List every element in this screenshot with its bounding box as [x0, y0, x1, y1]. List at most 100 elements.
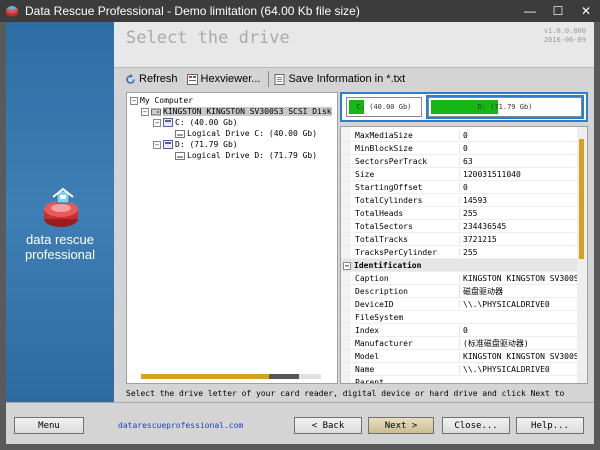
logical-drive-icon	[175, 129, 185, 138]
tree-label-my-computer: My Computer	[140, 96, 193, 105]
partition-icon	[163, 118, 173, 127]
property-row[interactable]: TracksPerCylinder 255	[341, 246, 577, 259]
hexviewer-icon	[186, 73, 198, 85]
property-row[interactable]: TotalHeads 255	[341, 207, 577, 220]
next-button[interactable]: Next >	[368, 417, 434, 434]
property-category-text: Identification	[354, 260, 422, 270]
refresh-label: Refresh	[139, 73, 178, 85]
logical-drive-icon	[175, 151, 185, 160]
save-document-icon	[274, 73, 285, 85]
save-info-button[interactable]: Save Information in *.txt	[271, 70, 408, 88]
version-number: v1.0.0.000	[543, 27, 586, 35]
property-value: \\.\PHYSICALDRIVE0	[459, 299, 577, 309]
property-key: TotalCylinders	[355, 195, 423, 205]
tree-label-logical-d: Logical Drive D: (71.79 Gb)	[187, 151, 318, 160]
property-value: 14593	[459, 195, 577, 205]
partition-d-label: D: (71.79 Gb)	[477, 103, 533, 111]
scrollbar-thumb[interactable]	[579, 139, 584, 259]
tree-node-my-computer[interactable]: − My Computer	[130, 95, 193, 106]
tree-label-disk: KINGSTON KINGSTON SV300S3 SCSI Disk	[163, 107, 332, 116]
partition-map: C: (40.00 Gb) D: (71.79 Gb)	[340, 92, 588, 122]
property-value: 0	[459, 182, 577, 192]
property-row[interactable]: TotalCylinders 14593	[341, 194, 577, 207]
collapse-icon[interactable]: −	[130, 96, 138, 105]
properties-vertical-scrollbar[interactable]	[577, 127, 587, 383]
property-row[interactable]: StartingOffset 0	[341, 181, 577, 194]
property-row[interactable]: MinBlockSize 0	[341, 142, 577, 155]
property-row[interactable]: Parent	[341, 376, 577, 384]
tree-node-drive-d[interactable]: − D: (71.79 Gb)	[153, 139, 238, 150]
partition-d-block[interactable]: D: (71.79 Gb)	[426, 95, 584, 119]
properties-grid[interactable]: MaxMediaSize 0 MinBlockSize 0 SectorsPerTrac…	[340, 126, 588, 384]
tree-node-logical-d[interactable]: Logical Drive D: (71.79 Gb)	[175, 150, 317, 161]
property-row[interactable]: SectorsPerTrack 63	[341, 155, 577, 168]
property-value: (标准磁盘驱动器)	[459, 337, 577, 349]
collapse-icon[interactable]: −	[141, 107, 149, 116]
tree-node-drive-c[interactable]: − C: (40.00 Gb)	[153, 117, 238, 128]
property-category[interactable]: − Identification	[341, 259, 577, 272]
refresh-icon	[125, 73, 136, 85]
tree-node-logical-c[interactable]: Logical Drive C: (40.00 Gb)	[175, 128, 317, 139]
tree-node-disk[interactable]: − KINGSTON KINGSTON SV300S3 SCSI Disk	[141, 106, 332, 117]
property-row[interactable]: DeviceID \\.\PHYSICALDRIVE0	[341, 298, 577, 311]
property-value: 0	[459, 130, 577, 140]
disk-icon	[151, 108, 161, 116]
scrollbar-track-fill	[141, 374, 281, 379]
property-row[interactable]: MaxMediaSize 0	[341, 129, 577, 142]
property-value: 255	[459, 247, 577, 257]
property-row[interactable]: Size 120031511040	[341, 168, 577, 181]
property-key: TotalSectors	[355, 221, 413, 231]
page-header: Select the drive v1.0.0.000 2016-06-09	[114, 22, 594, 68]
property-key: Description	[355, 286, 408, 296]
close-window-button[interactable]: ✕	[572, 0, 600, 22]
property-value: 0	[459, 143, 577, 153]
refresh-button[interactable]: Refresh	[122, 70, 181, 88]
tree-label-logical-c: Logical Drive C: (40.00 Gb)	[187, 129, 318, 138]
tree-horizontal-scrollbar[interactable]	[141, 374, 321, 379]
property-row[interactable]: TotalSectors 234436545	[341, 220, 577, 233]
collapse-icon[interactable]: −	[153, 118, 161, 127]
property-key: Parent	[355, 377, 384, 384]
maximize-button[interactable]: ☐	[544, 0, 572, 22]
footer-bar: Menu datarescueprofessional.com < Back N…	[6, 402, 594, 444]
partition-c-block[interactable]: C: (40.00 Gb)	[346, 97, 422, 117]
property-row[interactable]: TotalTracks 3721215	[341, 233, 577, 246]
property-category-label: − Identification	[341, 261, 459, 270]
property-key: SectorsPerTrack	[355, 156, 428, 166]
property-value: 255	[459, 208, 577, 218]
menu-button[interactable]: Menu	[14, 417, 84, 434]
minimize-button[interactable]: —	[516, 0, 544, 22]
property-key: TracksPerCylinder	[355, 247, 437, 257]
property-row[interactable]: Manufacturer (标准磁盘驱动器)	[341, 337, 577, 350]
property-value: 63	[459, 156, 577, 166]
brand-panel: data rescue professional	[6, 22, 114, 402]
website-link[interactable]: datarescueprofessional.com	[118, 421, 243, 430]
collapse-icon[interactable]: −	[343, 261, 351, 270]
property-value: 0	[459, 325, 577, 335]
page-title: Select the drive	[126, 28, 290, 48]
toolbar-separator	[268, 71, 270, 87]
property-row[interactable]: Model KINGSTON KINGSTON SV300S3	[341, 350, 577, 363]
drive-tree[interactable]: − My Computer − KINGSTON KINGSTON SV300S…	[126, 92, 338, 384]
property-key: FileSystem	[355, 312, 404, 322]
window-title: Data Rescue Professional - Demo limitati…	[25, 4, 360, 18]
property-row[interactable]: Description 磁盘驱动器	[341, 285, 577, 298]
property-key: TotalTracks	[355, 234, 408, 244]
property-row[interactable]: Index 0	[341, 324, 577, 337]
hexviewer-button[interactable]: Hexviewer...	[184, 70, 264, 88]
close-button[interactable]: Close...	[442, 417, 510, 434]
property-row[interactable]: FileSystem	[341, 311, 577, 324]
property-value: \\.\PHYSICALDRIVE0	[459, 364, 577, 374]
property-value: 120031511040	[459, 169, 577, 179]
scrollbar-thumb[interactable]	[269, 374, 299, 379]
property-value: 磁盘驱动器	[459, 285, 577, 297]
property-row[interactable]: Caption KINGSTON KINGSTON SV300S3	[341, 272, 577, 285]
property-key: Name	[355, 364, 375, 374]
collapse-icon[interactable]: −	[153, 140, 161, 149]
help-button[interactable]: Help...	[516, 417, 584, 434]
property-row[interactable]: Name \\.\PHYSICALDRIVE0	[341, 363, 577, 376]
property-key: Manufacturer	[355, 338, 413, 348]
property-key: Index	[355, 325, 380, 335]
instruction-text: Select the drive letter of your card rea…	[126, 389, 565, 398]
back-button[interactable]: < Back	[294, 417, 362, 434]
